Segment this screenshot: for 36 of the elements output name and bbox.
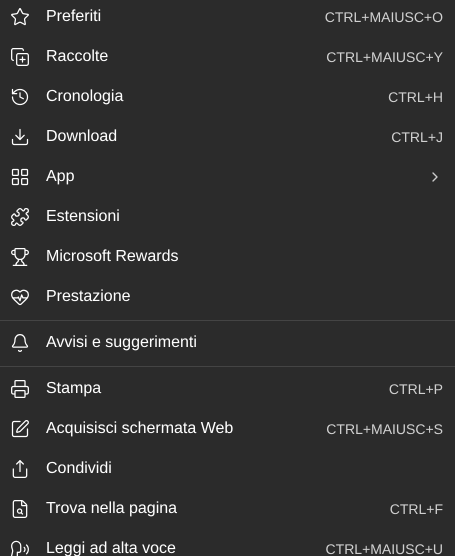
menu-item[interactable]: Avvisi e suggerimenti	[0, 323, 455, 363]
menu-item-label: Preferiti	[46, 8, 102, 26]
shortcut-text: CTRL+J	[391, 129, 443, 145]
menu-item[interactable]: Condividi	[0, 449, 455, 489]
menu-item-label: Stampa	[46, 380, 102, 398]
shortcut-text: CTRL+H	[388, 89, 443, 105]
menu-item[interactable]: Cronologia CTRL+H	[0, 77, 455, 117]
menu-item[interactable]: Microsoft Rewards	[0, 237, 455, 277]
menu-item[interactable]: Stampa CTRL+P	[0, 369, 455, 409]
menu-item[interactable]: Prestazione	[0, 277, 455, 317]
shortcut-text: CTRL+MAIUSC+U	[326, 541, 443, 556]
menu-item-label: Estensioni	[46, 208, 121, 226]
shortcut-text: CTRL+P	[388, 381, 443, 397]
shortcut-text: CTRL+F	[390, 501, 443, 517]
shortcut-text: CTRL+MAIUSC+O	[324, 9, 443, 25]
menu-item[interactable]: Estensioni	[0, 197, 455, 237]
shortcut-text: CTRL+MAIUSC+S	[326, 421, 443, 437]
menu-item[interactable]: Acquisisci schermata Web CTRL+MAIUSC+S	[0, 409, 455, 449]
menu-item[interactable]: Leggi ad alta voce CTRL+MAIUSC+U	[0, 529, 455, 556]
menu-item-label: Microsoft Rewards	[46, 248, 180, 266]
menu-item-label: Condividi	[46, 460, 113, 478]
menu-item[interactable]: Download CTRL+J	[0, 117, 455, 157]
menu-item-label: Leggi ad alta voce	[46, 540, 177, 556]
menu-item-label: App	[46, 168, 76, 186]
menu-item-label: Cronologia	[46, 88, 124, 106]
menu-item-label: Download	[46, 128, 118, 146]
menu-item[interactable]: Raccolte CTRL+MAIUSC+Y	[0, 37, 455, 77]
menu-item-label: Acquisisci schermata Web	[46, 420, 234, 438]
menu-item-label: Trova nella pagina	[46, 500, 178, 518]
menu-item[interactable]: App	[0, 157, 455, 197]
menu-item-label: Avvisi e suggerimenti	[46, 334, 198, 352]
menu-item[interactable]: Trova nella pagina CTRL+F	[0, 489, 455, 529]
menu-item[interactable]: Preferiti CTRL+MAIUSC+O	[0, 0, 455, 37]
shortcut-text: CTRL+MAIUSC+Y	[326, 49, 443, 65]
menu-item-label: Raccolte	[46, 48, 110, 66]
menu-item-label: Prestazione	[46, 288, 132, 306]
